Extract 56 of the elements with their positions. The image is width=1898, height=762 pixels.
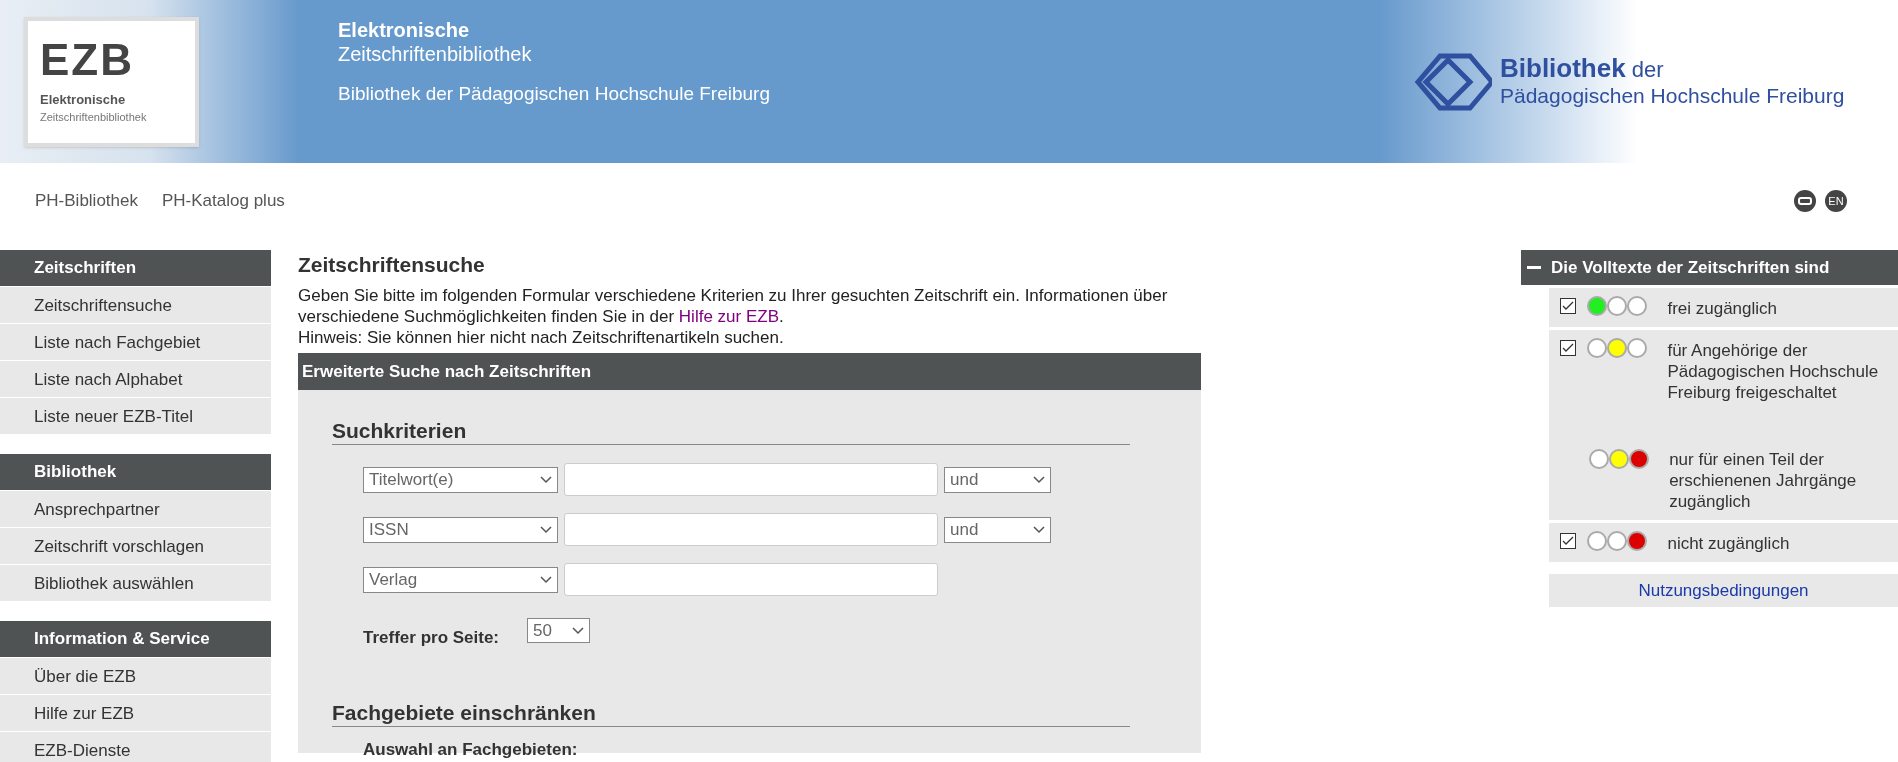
sidebar-heading: Zeitschriften — [0, 250, 271, 286]
sidebar-item[interactable]: EZB-Dienste — [0, 731, 271, 762]
caret-icon — [540, 525, 552, 534]
operator-select[interactable]: und — [944, 516, 1051, 543]
panel-heading: Erweiterte Suche nach Zeitschriften — [298, 353, 1201, 390]
caret-icon — [1033, 525, 1045, 534]
field-select[interactable]: Verlag — [363, 566, 558, 593]
hint-text: Hinweis: Sie können hier nicht nach Zeitschriftenartikeln suchen. — [298, 327, 785, 348]
printer-icon — [1798, 195, 1812, 207]
site-subtitle: Zeitschriftenbibliothek — [338, 42, 533, 66]
legend-label: frei zugänglich — [1667, 298, 1779, 319]
logo-drawing: EZB Elektronische Zeitschriftenbibliothek — [24, 16, 199, 147]
sidebar-item[interactable]: Bibliothek auswählen — [0, 564, 271, 601]
operator-select[interactable]: und — [944, 466, 1051, 493]
sidebar-heading: Bibliothek — [0, 454, 271, 490]
intro-text: Geben Sie bitte im folgenden Formular verschiedene Kriterien zu Ihrer gesuchten Zeitschrift ein. Informationen über verschiedene Suchmöglichkeiten finden Sie in der Hilfe zur EZB. — [298, 285, 1169, 327]
top-link[interactable]: PH-Katalog plus — [162, 188, 285, 214]
print-button[interactable] — [1794, 190, 1816, 212]
sidebar-heading: Information & Service — [0, 621, 271, 657]
site-title: Elektronische — [338, 18, 471, 42]
terms-link[interactable]: Nutzungsbedingungen — [1549, 574, 1898, 607]
caret-icon — [1033, 475, 1045, 484]
library-name: Bibliothek der Pädagogischen Hochschule Freiburg — [338, 82, 770, 106]
search-input[interactable] — [564, 463, 938, 496]
subjects-label: Auswahl an Fachgebieten: — [362, 738, 579, 761]
sidebar-item[interactable]: Liste neuer EZB-Titel — [0, 397, 271, 434]
top-link[interactable]: PH-Bibliothek — [35, 188, 138, 214]
caret-icon — [540, 475, 552, 484]
search-input[interactable] — [564, 563, 938, 596]
help-link[interactable]: Hilfe zur EZB — [678, 307, 779, 326]
legend-label: nicht zugänglich — [1667, 533, 1791, 554]
per-page-label: Treffer pro Seite: — [363, 627, 500, 649]
legend-label: nur für einen Teil der erschienenen Jahrgänge zugänglich — [1669, 449, 1858, 512]
section-heading: Suchkriterien — [332, 418, 1130, 445]
legend-label: für Angehörige der Pädagogischen Hochschule Freiburg freigeschaltet — [1667, 340, 1880, 403]
sidebar-item[interactable]: Hilfe zur EZB — [0, 694, 271, 731]
sidebar-item[interactable]: Zeitschriftensuche — [0, 286, 271, 323]
legend-toggle[interactable]: Die Volltexte der Zeitschriften sind — [1521, 250, 1898, 285]
partner-logo: Bibliothek der Pädagogischen Hochschule Freiburg — [1414, 51, 1845, 112]
sidebar-item[interactable]: Zeitschrift vorschlagen — [0, 527, 271, 564]
field-select[interactable]: ISSN — [363, 516, 558, 543]
per-page-select[interactable]: 50 — [527, 618, 591, 644]
search-input[interactable] — [564, 513, 938, 546]
field-select[interactable]: Titelwort(e) — [363, 466, 558, 493]
sidebar-item[interactable]: Liste nach Alphabet — [0, 360, 271, 397]
checkbox[interactable] — [1560, 298, 1577, 314]
checkbox[interactable] — [1560, 340, 1577, 356]
checkbox[interactable] — [1560, 533, 1577, 549]
language-button[interactable]: EN — [1825, 190, 1847, 212]
sidebar-item[interactable]: Ansprechpartner — [0, 490, 271, 527]
page-title: Zeitschriftensuche — [298, 252, 486, 278]
caret-icon — [572, 626, 585, 635]
sidebar-item[interactable]: Über die EZB — [0, 657, 271, 694]
section-heading: Fachgebiete einschränken — [332, 699, 1130, 727]
sidebar-item[interactable]: Liste nach Fachgebiet — [0, 323, 271, 360]
caret-icon — [540, 575, 552, 584]
